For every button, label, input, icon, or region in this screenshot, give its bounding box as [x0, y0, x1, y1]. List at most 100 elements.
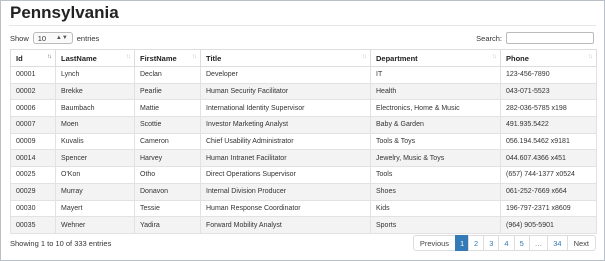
- table-cell: Tools: [370, 166, 501, 184]
- column-header-firstname[interactable]: FirstName ↑↓: [134, 49, 201, 67]
- table-row: 00025 O'Kon Otho Direct Operations Supervis…: [10, 166, 597, 184]
- next-page-button[interactable]: Next: [566, 235, 596, 251]
- table-row: 00006 Baumbach Mattie International Identit…: [10, 99, 597, 118]
- table-cell: Chief Usability Administrator: [200, 132, 371, 151]
- pagination: Previous 1 2 3 4 5… 34 Next: [412, 235, 596, 251]
- search-control: Search:: [476, 32, 594, 44]
- table-cell: Tools & Toys: [370, 132, 501, 151]
- search-label: Search:: [476, 33, 502, 43]
- search-input[interactable]: [506, 32, 594, 44]
- table-cell: Direct Operations Supervisor: [200, 166, 371, 184]
- table-cell: Yadira: [134, 216, 201, 234]
- app-window: Pennsylvania Show 10 ▲▼ entries Search: …: [0, 0, 605, 261]
- length-control: Show 10 ▲▼ entries: [10, 32, 99, 44]
- table-cell: 00001: [10, 66, 56, 84]
- table-cell: Investor Marketing Analyst: [200, 116, 371, 134]
- table-cell: 00002: [10, 82, 56, 101]
- table-cell: Pearlie: [134, 82, 201, 101]
- table-cell: Wehner: [55, 216, 135, 234]
- table-cell: Sports: [370, 216, 501, 234]
- table-cell: 044.607.4366 x451: [500, 149, 597, 168]
- column-header-label: Department: [376, 53, 418, 63]
- table-row: 00009 Kuvalis Cameron Chief Usability Admin…: [10, 132, 597, 151]
- column-header-phone[interactable]: Phone ↑↓: [500, 49, 597, 67]
- table-cell: Donavon: [134, 182, 201, 201]
- sort-arrows-icon: ↑↓: [192, 54, 197, 60]
- table-row: 00001 Lynch Declan Developer IT 123-456-7890: [10, 66, 597, 84]
- column-header-label: Id: [16, 53, 23, 63]
- page-button-1[interactable]: 1: [455, 235, 470, 251]
- table-cell: Human Security Facilitator: [200, 82, 371, 101]
- column-header-department[interactable]: Department ↑↓: [370, 49, 501, 67]
- table-cell: Tessie: [134, 199, 201, 218]
- column-header-title[interactable]: Title ↑↓: [200, 49, 371, 67]
- table-cell: 00009: [10, 132, 56, 151]
- table-info: Showing 1 to 10 of 333 entries: [10, 239, 112, 248]
- column-header-label: Phone: [506, 53, 529, 63]
- sort-arrows-icon: ↑↓: [492, 54, 497, 60]
- show-label: Show: [10, 33, 29, 43]
- table-row: 00029 Murray Donavon Internal Division Prod…: [10, 182, 597, 201]
- table-cell: Human Response Coordinator: [200, 199, 371, 218]
- title-divider: [9, 25, 596, 26]
- table-cell: Human Intranet Facilitator: [200, 149, 371, 168]
- pagination-ellipsis[interactable]: …: [528, 235, 549, 251]
- table-cell: Scottie: [134, 116, 201, 134]
- table-row: 00002 Brekke Pearlie Human Security Facilit…: [10, 82, 597, 101]
- table-cell: 00014: [10, 149, 56, 168]
- table-cell: 00025: [10, 166, 56, 184]
- table-cell: Electronics, Home & Music: [370, 99, 501, 118]
- table-cell: Jewelry, Music & Toys: [370, 149, 501, 168]
- table-cell: Baby & Garden: [370, 116, 501, 134]
- table-cell: Declan: [134, 66, 201, 84]
- table-cell: 061-252-7669 x664: [500, 182, 597, 201]
- sort-arrows-icon: ↑↓: [126, 54, 131, 60]
- table-cell: Developer: [200, 66, 371, 84]
- sort-arrows-icon: ↑↓: [47, 54, 52, 60]
- column-header-label: FirstName: [140, 53, 177, 63]
- entries-select[interactable]: 10 ▲▼: [32, 32, 73, 44]
- select-arrows-icon: ▲▼: [55, 35, 68, 41]
- table-cell: Otho: [134, 166, 201, 184]
- page-button-5[interactable]: 5: [513, 235, 530, 251]
- previous-page-button[interactable]: Previous: [412, 235, 457, 251]
- entries-select-value: 10: [37, 33, 47, 43]
- table-cell: Forward Mobility Analyst: [200, 216, 371, 234]
- table-cell: IT: [370, 66, 501, 84]
- table-row: 00030 Mayert Tessie Human Response Coordina…: [10, 199, 597, 218]
- column-header-lastname[interactable]: LastName ↑↓: [55, 49, 135, 67]
- page-button-34[interactable]: 34: [547, 235, 568, 251]
- table-body: 00001 Lynch Declan Developer IT 123-456-7890 0…: [10, 66, 597, 234]
- table-row: 00035 Wehner Yadira Forward Mobility Analys…: [10, 216, 597, 234]
- table-cell: 491.935.5422: [500, 116, 597, 134]
- table-cell: Internal Division Producer: [200, 182, 371, 201]
- table-cell: Kids: [370, 199, 501, 218]
- page-button-2[interactable]: 2: [468, 235, 485, 251]
- table-cell: 00035: [10, 216, 56, 234]
- table-cell: 00007: [10, 116, 56, 134]
- table-cell: Kuvalis: [55, 132, 135, 151]
- table-row: 00007 Moen Scottie Investor Marketing Analy…: [10, 116, 597, 134]
- page-title: Pennsylvania: [10, 3, 119, 22]
- table-cell: (964) 905-5901: [500, 216, 597, 234]
- page-button-3[interactable]: 3: [483, 235, 500, 251]
- table-cell: Murray: [55, 182, 135, 201]
- table-cell: O'Kon: [55, 166, 135, 184]
- table-cell: 282-036-5785 x198: [500, 99, 597, 118]
- table-cell: Health: [370, 82, 501, 101]
- table-cell: Cameron: [134, 132, 201, 151]
- table-cell: 00030: [10, 199, 56, 218]
- page-button-4[interactable]: 4: [498, 235, 515, 251]
- table-cell: Brekke: [55, 82, 135, 101]
- data-table: Id ↑↓ LastName ↑↓ FirstName ↑↓ Title ↑↓ Departme…: [10, 49, 597, 234]
- column-header-label: LastName: [61, 53, 97, 63]
- table-header-row: Id ↑↓ LastName ↑↓ FirstName ↑↓ Title ↑↓ Departme…: [10, 49, 597, 67]
- table-cell: 00029: [10, 182, 56, 201]
- sort-arrows-icon: ↑↓: [362, 54, 367, 60]
- table-cell: 056.194.5462 x9181: [500, 132, 597, 151]
- table-row: 00014 Spencer Harvey Human Intranet Facilit…: [10, 149, 597, 168]
- table-cell: International Identity Supervisor: [200, 99, 371, 118]
- table-cell: Mattie: [134, 99, 201, 118]
- table-cell: Shoes: [370, 182, 501, 201]
- column-header-id[interactable]: Id ↑↓: [10, 49, 56, 67]
